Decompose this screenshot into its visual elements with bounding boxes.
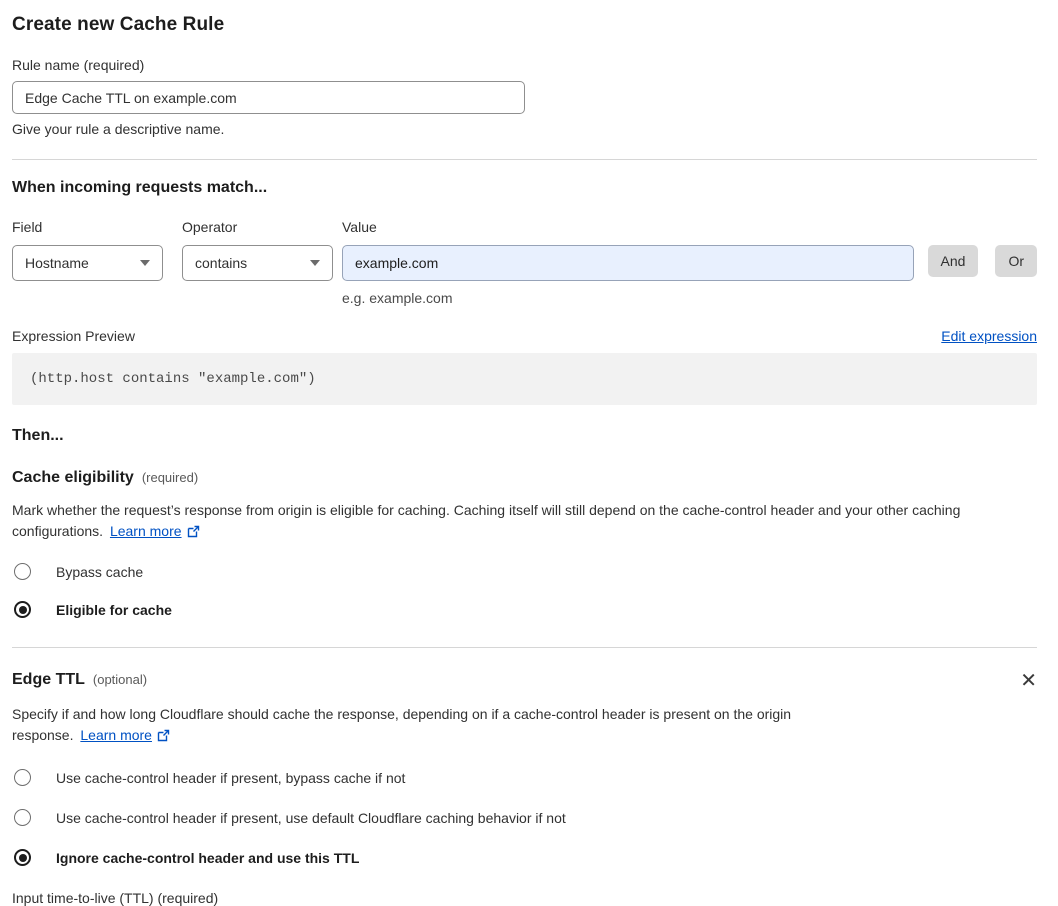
- radio-label: Eligible for cache: [56, 601, 172, 618]
- radio-option-use-header-default[interactable]: Use cache-control header if present, use…: [12, 809, 1037, 826]
- field-select-value: Hostname: [25, 255, 89, 271]
- edge-ttl-header: Edge TTL (optional) ✕: [12, 671, 1037, 691]
- field-label: Field: [12, 219, 43, 235]
- edge-ttl-qualifier: (optional): [92, 672, 148, 687]
- expression-code: (http.host contains "example.com"): [12, 353, 1037, 405]
- edge-ttl-description: Specify if and how long Cloudflare shoul…: [12, 704, 844, 746]
- operator-select[interactable]: contains: [182, 245, 333, 281]
- external-link-icon: [157, 729, 170, 742]
- field-select[interactable]: Hostname: [12, 245, 163, 281]
- value-label: Value: [342, 219, 377, 235]
- radio-label: Use cache-control header if present, use…: [56, 809, 566, 826]
- rule-name-helper: Give your rule a descriptive name.: [12, 121, 225, 137]
- radio-icon[interactable]: [14, 563, 31, 580]
- radio-icon[interactable]: [14, 809, 31, 826]
- field-column: Field Hostname: [12, 219, 163, 281]
- learn-more-link[interactable]: Learn more: [110, 523, 200, 539]
- radio-option-ignore-header-use-ttl[interactable]: Ignore cache-control header and use this…: [12, 849, 1037, 866]
- rule-name-input[interactable]: [12, 81, 525, 114]
- learn-more-link[interactable]: Learn more: [80, 727, 170, 743]
- radio-icon[interactable]: [14, 849, 31, 866]
- chevron-down-icon: [310, 260, 320, 266]
- radio-label: Use cache-control header if present, byp…: [56, 769, 406, 786]
- operator-select-value: contains: [195, 255, 248, 271]
- cache-eligibility-qualifier: (required): [141, 470, 199, 485]
- match-heading: When incoming requests match...: [12, 179, 268, 196]
- learn-more-label: Learn more: [80, 727, 152, 743]
- operator-label: Operator: [182, 219, 238, 235]
- expression-preview-row: Expression Preview Edit expression: [12, 328, 1037, 344]
- rule-name-group: Rule name (required) Give your rule a de…: [12, 57, 1037, 137]
- then-heading: Then...: [12, 427, 64, 444]
- and-or-buttons: And Or: [927, 219, 1037, 277]
- cache-eligibility-heading: Cache eligibility: [12, 469, 134, 486]
- value-input[interactable]: [342, 245, 914, 281]
- edge-ttl-options: Use cache-control header if present, byp…: [12, 769, 1037, 866]
- radio-option-use-header-bypass[interactable]: Use cache-control header if present, byp…: [12, 769, 1037, 786]
- page-title: Create new Cache Rule: [12, 14, 225, 35]
- cache-eligibility-header: Cache eligibility (required): [12, 469, 1037, 487]
- value-helper: e.g. example.com: [342, 290, 453, 306]
- radio-label: Bypass cache: [56, 563, 144, 580]
- radio-label: Ignore cache-control header and use this…: [56, 849, 360, 866]
- radio-option-eligible-for-cache[interactable]: Eligible for cache: [12, 601, 1037, 618]
- learn-more-label: Learn more: [109, 523, 182, 539]
- chevron-down-icon: [140, 260, 150, 266]
- close-icon[interactable]: ✕: [1020, 671, 1037, 691]
- and-button[interactable]: And: [927, 245, 979, 277]
- match-expression-builder: Field Hostname Operator contains Value e…: [12, 219, 1037, 306]
- or-button[interactable]: Or: [995, 245, 1037, 277]
- section-divider: [12, 159, 1037, 160]
- expression-preview-label: Expression Preview: [12, 328, 135, 344]
- cache-eligibility-description: Mark whether the request’s response from…: [12, 500, 1037, 542]
- section-divider: [12, 647, 1037, 648]
- external-link-icon: [187, 525, 199, 538]
- operator-column: Operator contains: [182, 219, 333, 281]
- radio-option-bypass-cache[interactable]: Bypass cache: [12, 563, 1037, 580]
- ttl-input-label: Input time-to-live (TTL) (required): [12, 890, 219, 906]
- edge-ttl-heading: Edge TTL: [12, 671, 85, 688]
- radio-icon[interactable]: [14, 769, 31, 786]
- edit-expression-link[interactable]: Edit expression: [941, 328, 1037, 344]
- value-column: Value e.g. example.com: [342, 219, 914, 306]
- create-cache-rule-form: Create new Cache Rule Rule name (require…: [0, 0, 1058, 906]
- radio-icon[interactable]: [14, 601, 31, 618]
- rule-name-label: Rule name (required): [12, 57, 145, 73]
